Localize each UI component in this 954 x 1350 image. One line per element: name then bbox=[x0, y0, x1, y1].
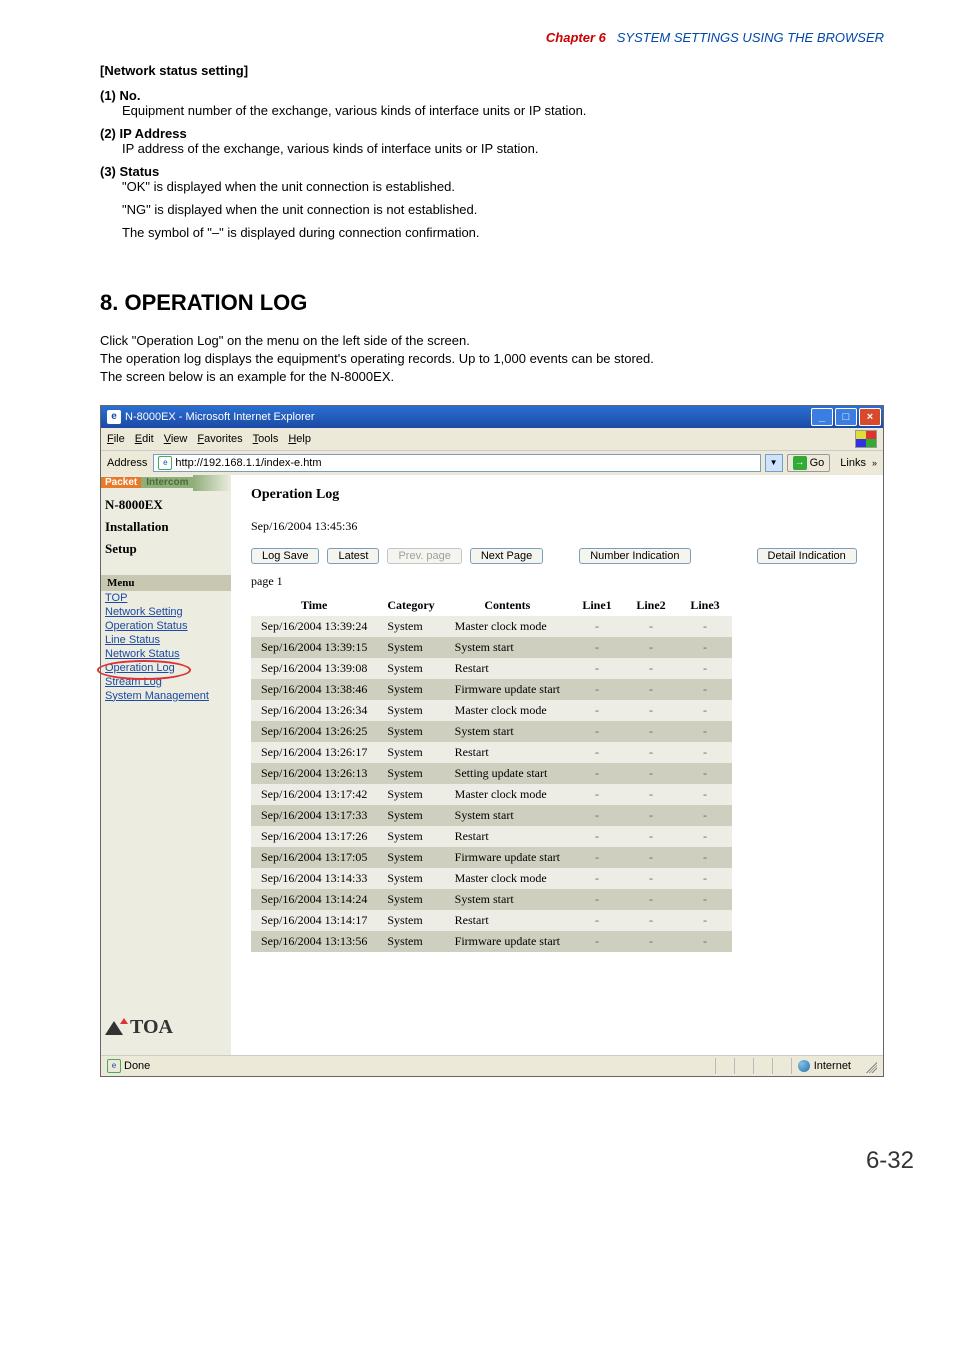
go-button[interactable]: → Go bbox=[787, 454, 831, 472]
menu-tools[interactable]: Tools bbox=[253, 433, 279, 445]
section8-p1: Click "Operation Log" on the menu on the… bbox=[100, 332, 884, 350]
number-indication-button[interactable]: Number Indication bbox=[579, 548, 690, 564]
log-table: TimeCategoryContentsLine1Line2Line3 Sep/… bbox=[251, 595, 732, 952]
sidebar-link-operation-log[interactable]: Operation Log bbox=[101, 661, 179, 675]
brand-packet: Packet bbox=[101, 477, 141, 488]
table-row: Sep/16/2004 13:17:05SystemFirmware updat… bbox=[251, 847, 732, 868]
table-row: Sep/16/2004 13:39:15SystemSystem start--… bbox=[251, 637, 732, 658]
close-button[interactable]: × bbox=[859, 408, 881, 426]
table-row: Sep/16/2004 13:14:33SystemMaster clock m… bbox=[251, 868, 732, 889]
sidebar-link-top[interactable]: TOP bbox=[101, 591, 231, 605]
links-label[interactable]: Links bbox=[840, 457, 866, 469]
item-label: (1) No. bbox=[100, 88, 884, 103]
page-indicator: page 1 bbox=[251, 574, 863, 589]
item-desc: Equipment number of the exchange, variou… bbox=[122, 103, 884, 118]
col-line3: Line3 bbox=[678, 595, 732, 616]
item-label: (2) IP Address bbox=[100, 126, 884, 141]
table-row: Sep/16/2004 13:26:17SystemRestart--- bbox=[251, 742, 732, 763]
brand-bar: Packet Intercom bbox=[101, 475, 231, 491]
latest-button[interactable]: Latest bbox=[327, 548, 379, 564]
detail-indication-button[interactable]: Detail Indication bbox=[757, 548, 857, 564]
address-bar: Address e http://192.168.1.1/index-e.htm… bbox=[101, 450, 883, 475]
toa-mark-icon bbox=[105, 1018, 125, 1036]
menubar: File Edit View Favorites Tools Help bbox=[101, 428, 883, 450]
sidebar-link-line-status[interactable]: Line Status bbox=[101, 633, 231, 647]
table-row: Sep/16/2004 13:17:42SystemMaster clock m… bbox=[251, 784, 732, 805]
status-bar: e Done Internet bbox=[101, 1055, 883, 1076]
status-done: Done bbox=[124, 1060, 150, 1072]
table-row: Sep/16/2004 13:26:34SystemMaster clock m… bbox=[251, 700, 732, 721]
status-page-icon: e bbox=[107, 1059, 121, 1073]
table-row: Sep/16/2004 13:17:26SystemRestart--- bbox=[251, 826, 732, 847]
browser-window: e N-8000EX - Microsoft Internet Explorer… bbox=[100, 405, 884, 1077]
sidebar: Packet Intercom N-8000EX Installation Se… bbox=[101, 475, 231, 1055]
col-line1: Line1 bbox=[570, 595, 624, 616]
address-input[interactable]: e http://192.168.1.1/index-e.htm bbox=[153, 454, 760, 472]
sidebar-link-network-status[interactable]: Network Status bbox=[101, 647, 231, 661]
table-row: Sep/16/2004 13:14:24SystemSystem start--… bbox=[251, 889, 732, 910]
item-desc: "OK" is displayed when the unit connecti… bbox=[122, 179, 884, 194]
maximize-button[interactable]: □ bbox=[835, 408, 857, 426]
resize-grip-icon[interactable] bbox=[863, 1059, 877, 1073]
col-category: Category bbox=[377, 595, 444, 616]
timestamp: Sep/16/2004 13:45:36 bbox=[251, 519, 863, 534]
status-zone: Internet bbox=[814, 1060, 851, 1072]
sidebar-link-operation-status[interactable]: Operation Status bbox=[101, 619, 231, 633]
menu-favorites[interactable]: Favorites bbox=[197, 433, 242, 445]
url: http://192.168.1.1/index-e.htm bbox=[175, 457, 321, 469]
table-row: Sep/16/2004 13:39:08SystemRestart--- bbox=[251, 658, 732, 679]
section8-heading: 8. OPERATION LOG bbox=[100, 290, 884, 316]
page-title: Operation Log bbox=[251, 487, 863, 503]
item-desc: IP address of the exchange, various kind… bbox=[122, 141, 884, 156]
item-desc: "NG" is displayed when the unit connecti… bbox=[122, 202, 884, 217]
sb-install: Installation bbox=[105, 519, 231, 535]
table-row: Sep/16/2004 13:13:56SystemFirmware updat… bbox=[251, 931, 732, 952]
menu-help[interactable]: Help bbox=[288, 433, 311, 445]
table-row: Sep/16/2004 13:14:17SystemRestart--- bbox=[251, 910, 732, 931]
main-content: Operation Log Sep/16/2004 13:45:36 Log S… bbox=[231, 475, 883, 1055]
menu-file[interactable]: File bbox=[107, 433, 125, 445]
col-contents: Contents bbox=[445, 595, 570, 616]
table-row: Sep/16/2004 13:26:25SystemSystem start--… bbox=[251, 721, 732, 742]
internet-zone-icon bbox=[798, 1060, 810, 1072]
chapter-header: Chapter 6 SYSTEM SETTINGS USING THE BROW… bbox=[100, 30, 884, 45]
ie-icon: e bbox=[107, 410, 121, 424]
chapter-label: Chapter 6 bbox=[546, 30, 606, 45]
sb-setup: Setup bbox=[105, 541, 231, 557]
windows-logo-icon bbox=[855, 430, 877, 448]
menu-edit[interactable]: Edit bbox=[135, 433, 154, 445]
section8-p2: The operation log displays the equipment… bbox=[100, 350, 884, 368]
model-name: N-8000EX bbox=[105, 497, 231, 513]
next-page-button[interactable]: Next Page bbox=[470, 548, 543, 564]
sidebar-link-network-setting[interactable]: Network Setting bbox=[101, 605, 231, 619]
toa-logo: TOA bbox=[101, 1008, 231, 1055]
brand-intercom: Intercom bbox=[141, 477, 193, 488]
table-row: Sep/16/2004 13:38:46SystemFirmware updat… bbox=[251, 679, 732, 700]
page-number: 6-32 bbox=[0, 1147, 954, 1175]
go-arrow-icon: → bbox=[793, 456, 807, 470]
links-chevron-icon[interactable]: » bbox=[872, 458, 877, 468]
item-desc: The symbol of "–" is displayed during co… bbox=[122, 225, 884, 240]
window-title: N-8000EX - Microsoft Internet Explorer bbox=[125, 411, 811, 423]
col-time: Time bbox=[251, 595, 377, 616]
prev-page-button[interactable]: Prev. page bbox=[387, 548, 461, 564]
titlebar: e N-8000EX - Microsoft Internet Explorer… bbox=[101, 406, 883, 428]
table-row: Sep/16/2004 13:17:33SystemSystem start--… bbox=[251, 805, 732, 826]
subheading: [Network status setting] bbox=[100, 63, 884, 78]
minimize-button[interactable]: _ bbox=[811, 408, 833, 426]
menu-view[interactable]: View bbox=[164, 433, 188, 445]
page-icon: e bbox=[158, 456, 172, 470]
chapter-title: SYSTEM SETTINGS USING THE BROWSER bbox=[617, 30, 884, 45]
table-row: Sep/16/2004 13:26:13SystemSetting update… bbox=[251, 763, 732, 784]
address-dropdown-button[interactable]: ▼ bbox=[765, 454, 783, 472]
item-label: (3) Status bbox=[100, 164, 884, 179]
log-save-button[interactable]: Log Save bbox=[251, 548, 319, 564]
sidebar-link-system-management[interactable]: System Management bbox=[101, 689, 231, 703]
sidebar-link-stream-log[interactable]: Stream Log bbox=[101, 675, 231, 689]
table-row: Sep/16/2004 13:39:24SystemMaster clock m… bbox=[251, 616, 732, 637]
col-line2: Line2 bbox=[624, 595, 678, 616]
menu-header: Menu bbox=[101, 575, 231, 591]
section8-p3: The screen below is an example for the N… bbox=[100, 368, 884, 386]
